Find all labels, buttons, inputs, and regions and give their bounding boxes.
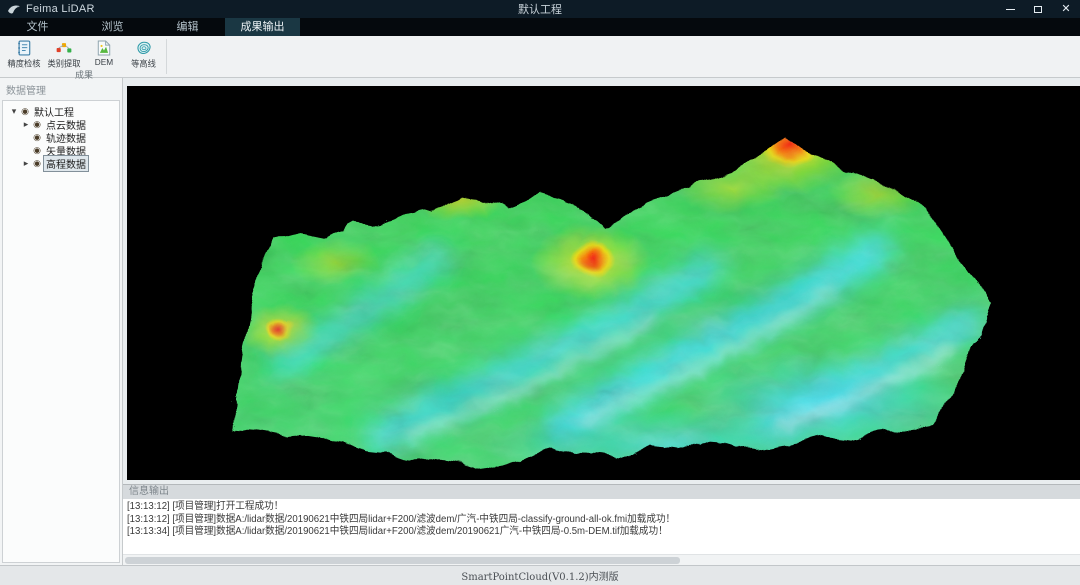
minimize-button[interactable]: [996, 0, 1024, 18]
log-entry: [13:13:34] [项目管理]数据A:/lidar数据/20190621中铁…: [127, 526, 1042, 539]
window-controls: ✕: [860, 0, 1080, 18]
log-entry: [13:13:12] [项目管理]打开工程成功！: [127, 501, 1042, 514]
maximize-button[interactable]: [1024, 0, 1052, 18]
tree-bullet-icon: ◉: [31, 158, 43, 169]
statusbar: SmartPointCloud(V0.1.2)内测版: [0, 565, 1080, 585]
app-name: Feima LiDAR: [26, 3, 95, 15]
ribbon-separator: [166, 39, 167, 74]
titlebar: Feima LiDAR 默认工程 ✕: [0, 0, 1080, 18]
ribbon-group-label: 成果: [4, 70, 164, 81]
main-area: 数据管理 ▾ ◉ 默认工程 ▸ ◉ 点云数据 ◉ 轨迹数据: [0, 78, 1080, 565]
expand-arrow-icon[interactable]: ▸: [21, 119, 31, 130]
dem-icon: [95, 39, 113, 57]
tree-bullet-icon: ◉: [31, 132, 43, 143]
tab-file[interactable]: 文件: [0, 18, 75, 36]
classify-extract-button[interactable]: 类别提取: [44, 38, 84, 70]
window-title: 默认工程: [220, 1, 860, 17]
accuracy-check-button[interactable]: 精度检核: [4, 38, 44, 70]
expand-arrow-icon[interactable]: ▾: [9, 106, 19, 117]
tree-bullet-icon: ◉: [31, 145, 43, 156]
tree-item-label-selected[interactable]: 高程数据: [43, 155, 89, 172]
tab-browse[interactable]: 浏览: [75, 18, 150, 36]
expand-arrow-icon[interactable]: ▸: [21, 158, 31, 169]
log-panel: 信息输出 [13:13:12] [项目管理]打开工程成功！ [13:13:12]…: [123, 484, 1080, 565]
button-label: 等高线: [132, 58, 157, 70]
ribbon-group-results: 精度检核 类别提取: [0, 36, 166, 77]
data-management-panel: 数据管理 ▾ ◉ 默认工程 ▸ ◉ 点云数据 ◉ 轨迹数据: [0, 78, 123, 565]
tree-bullet-icon: ◉: [31, 119, 43, 130]
close-button[interactable]: ✕: [1052, 0, 1080, 18]
dem-button[interactable]: DEM: [84, 38, 124, 70]
terrain-dem-render: [127, 86, 1080, 480]
scrollbar-thumb[interactable]: [125, 557, 680, 564]
ribbon-toolbar: 精度检核 类别提取: [0, 36, 1080, 78]
menu-tabbar: 文件 浏览 编辑 成果输出: [0, 18, 1080, 36]
accuracy-check-icon: [15, 39, 33, 57]
tab-edit[interactable]: 编辑: [150, 18, 225, 36]
content-area: 信息输出 [13:13:12] [项目管理]打开工程成功！ [13:13:12]…: [123, 78, 1080, 565]
minimize-icon: [1006, 9, 1015, 10]
log-panel-title: 信息输出: [123, 485, 1080, 499]
tree-item-elevation-data[interactable]: ▸ ◉ 高程数据: [3, 157, 119, 170]
log-horizontal-scrollbar[interactable]: [123, 554, 1080, 565]
tree-bullet-icon: ◉: [19, 106, 31, 117]
panel-title: 数据管理: [0, 78, 122, 100]
maximize-icon: [1034, 6, 1042, 13]
classify-extract-icon: [55, 39, 73, 57]
app-window: Feima LiDAR 默认工程 ✕ 文件 浏览 编辑 成果输出: [0, 0, 1080, 585]
close-icon: ✕: [1061, 4, 1070, 15]
button-label: 精度检核: [7, 58, 40, 70]
titlebar-left: Feima LiDAR: [0, 3, 220, 15]
feima-logo-icon: [7, 3, 21, 15]
button-label: DEM: [95, 57, 113, 66]
button-label: 类别提取: [47, 58, 80, 70]
contour-button[interactable]: 等高线: [124, 38, 164, 70]
log-output: [13:13:12] [项目管理]打开工程成功！ [13:13:12] [项目管…: [123, 499, 1080, 554]
3d-viewport[interactable]: [127, 86, 1080, 480]
contour-icon: [135, 39, 153, 57]
log-entry: [13:13:12] [项目管理]数据A:/lidar数据/20190621中铁…: [127, 514, 1042, 527]
tab-output-results[interactable]: 成果输出: [225, 18, 300, 36]
version-label: SmartPointCloud(V0.1.2)内测版: [461, 568, 618, 583]
project-tree: ▾ ◉ 默认工程 ▸ ◉ 点云数据 ◉ 轨迹数据 ◉ 矢量数据: [2, 100, 120, 563]
